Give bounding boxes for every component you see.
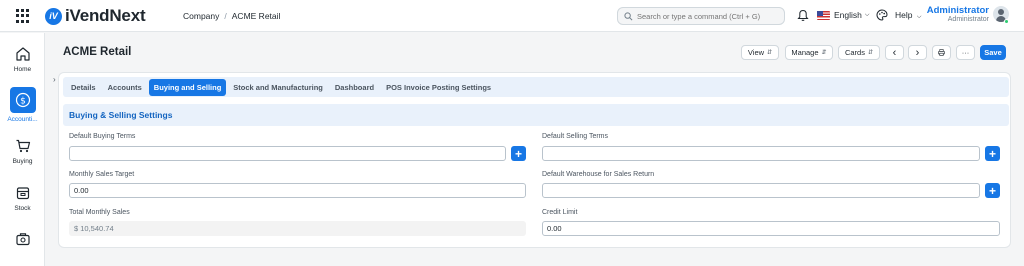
chevron-right-icon: › — [915, 46, 920, 59]
brand-mark-icon: iV — [45, 7, 62, 25]
brand-name: iVendNext — [65, 6, 146, 26]
sidebar-item-label: Home — [13, 66, 32, 73]
search-input[interactable] — [637, 11, 782, 21]
manage-button-label: Manage — [791, 48, 819, 57]
more-dots-icon: ··· — [961, 48, 970, 57]
sidebar-item-more[interactable] — [0, 231, 45, 251]
page-title: ACME Retail — [63, 46, 132, 58]
cart-icon — [16, 139, 30, 153]
plus-icon: + — [988, 183, 996, 198]
total-monthly-sales-label: Total Monthly Sales — [69, 209, 130, 216]
user-role: Administrator — [947, 16, 989, 23]
sidebar-item-buying[interactable]: Buying — [0, 138, 45, 165]
search-bar[interactable] — [617, 7, 785, 25]
sidebar-item-stock[interactable]: Stock — [0, 185, 45, 212]
view-button[interactable]: View ⇵ — [741, 45, 779, 60]
monthly-sales-target-field[interactable] — [69, 183, 526, 198]
form-tabs: Details Accounts Buying and Selling Stoc… — [63, 77, 1009, 97]
theme-palette-icon[interactable] — [876, 9, 888, 21]
save-button[interactable]: Save — [980, 45, 1006, 60]
sort-caret-icon: ⇵ — [821, 50, 827, 56]
add-selling-terms-button[interactable]: + — [985, 146, 1000, 161]
briefcase-icon — [15, 233, 30, 246]
chevron-down-icon: ⌵ — [864, 11, 870, 18]
add-warehouse-button[interactable]: + — [985, 183, 1000, 198]
brand-logo[interactable]: iV iVendNext — [45, 6, 146, 26]
print-button[interactable] — [932, 45, 951, 60]
printer-icon — [938, 49, 945, 56]
dollar-icon: $ — [15, 92, 30, 108]
sidebar-item-label: Accounti... — [7, 116, 38, 123]
save-button-label: Save — [984, 48, 1002, 57]
section-title[interactable]: Buying & Selling Settings — [63, 104, 1009, 126]
default-buying-terms-label: Default Buying Terms — [69, 133, 136, 140]
default-warehouse-sales-return-label: Default Warehouse for Sales Return — [542, 171, 655, 178]
previous-record-button[interactable]: ‹ — [885, 45, 904, 60]
tab-pos-invoice-posting-settings[interactable]: POS Invoice Posting Settings — [381, 79, 496, 96]
us-flag-icon — [817, 10, 830, 20]
language-label: English — [834, 10, 862, 20]
breadcrumb-company[interactable]: Company — [183, 11, 219, 21]
breadcrumb-current[interactable]: ACME Retail — [232, 11, 281, 21]
cards-button[interactable]: Cards ⇵ — [838, 45, 880, 60]
chevron-down-icon: ⌵ — [916, 14, 922, 20]
sidebar-item-home[interactable]: Home — [0, 46, 45, 73]
box-icon — [16, 187, 29, 200]
sidebar: Home $ Accounti... Buying Stock — [0, 33, 45, 266]
cards-button-label: Cards — [844, 48, 865, 57]
view-button-label: View — [747, 48, 765, 57]
breadcrumb: Company / ACME Retail — [183, 11, 280, 21]
sort-caret-icon: ⇵ — [767, 50, 773, 56]
more-actions-button[interactable]: ··· — [956, 45, 975, 60]
default-selling-terms-field[interactable] — [542, 146, 980, 161]
default-buying-terms-field[interactable] — [69, 146, 506, 161]
sidebar-toggle-chevron-icon[interactable]: › — [53, 75, 56, 84]
svg-text:$: $ — [20, 96, 26, 106]
tab-buying-and-selling[interactable]: Buying and Selling — [148, 78, 227, 96]
sidebar-item-label: Buying — [12, 158, 33, 165]
apps-grid-icon[interactable] — [16, 9, 30, 23]
help-menu[interactable]: Help ⌵ — [895, 10, 921, 21]
online-status-dot — [1004, 19, 1009, 24]
tab-accounts[interactable]: Accounts — [103, 79, 147, 96]
user-name: Administrator — [926, 5, 989, 16]
brand-suffix: Next — [109, 6, 146, 25]
help-label: Help — [895, 10, 913, 20]
add-buying-terms-button[interactable]: + — [511, 146, 526, 161]
search-icon — [624, 11, 633, 20]
monthly-sales-target-label: Monthly Sales Target — [69, 171, 135, 178]
language-selector[interactable]: English ⌵ — [817, 10, 869, 20]
plus-icon: + — [988, 146, 996, 161]
notification-bell-icon[interactable] — [797, 9, 809, 22]
sidebar-item-accounting[interactable]: $ Accounti... — [0, 87, 45, 123]
user-menu[interactable]: Administrator Administrator — [925, 5, 989, 23]
sidebar-item-label: Stock — [14, 205, 31, 212]
credit-limit-field[interactable] — [542, 221, 1000, 236]
plus-icon: + — [514, 146, 522, 161]
total-monthly-sales-value: $ 10,540.74 — [69, 221, 526, 236]
tab-dashboard[interactable]: Dashboard — [330, 79, 379, 96]
manage-button[interactable]: Manage ⇵ — [785, 45, 833, 60]
chevron-left-icon: ‹ — [892, 46, 897, 59]
sort-caret-icon: ⇵ — [867, 50, 874, 56]
breadcrumb-separator: / — [224, 11, 227, 21]
top-navbar: iV iVendNext Company / ACME Retail Engli… — [0, 0, 1024, 32]
credit-limit-label: Credit Limit — [542, 209, 578, 216]
home-icon — [15, 47, 30, 61]
tab-details[interactable]: Details — [66, 79, 101, 96]
default-selling-terms-label: Default Selling Terms — [542, 133, 609, 140]
next-record-button[interactable]: › — [908, 45, 927, 60]
brand-prefix: iVend — [65, 6, 110, 25]
default-warehouse-sales-return-field[interactable] — [542, 183, 980, 198]
tab-stock-and-manufacturing[interactable]: Stock and Manufacturing — [228, 79, 328, 96]
